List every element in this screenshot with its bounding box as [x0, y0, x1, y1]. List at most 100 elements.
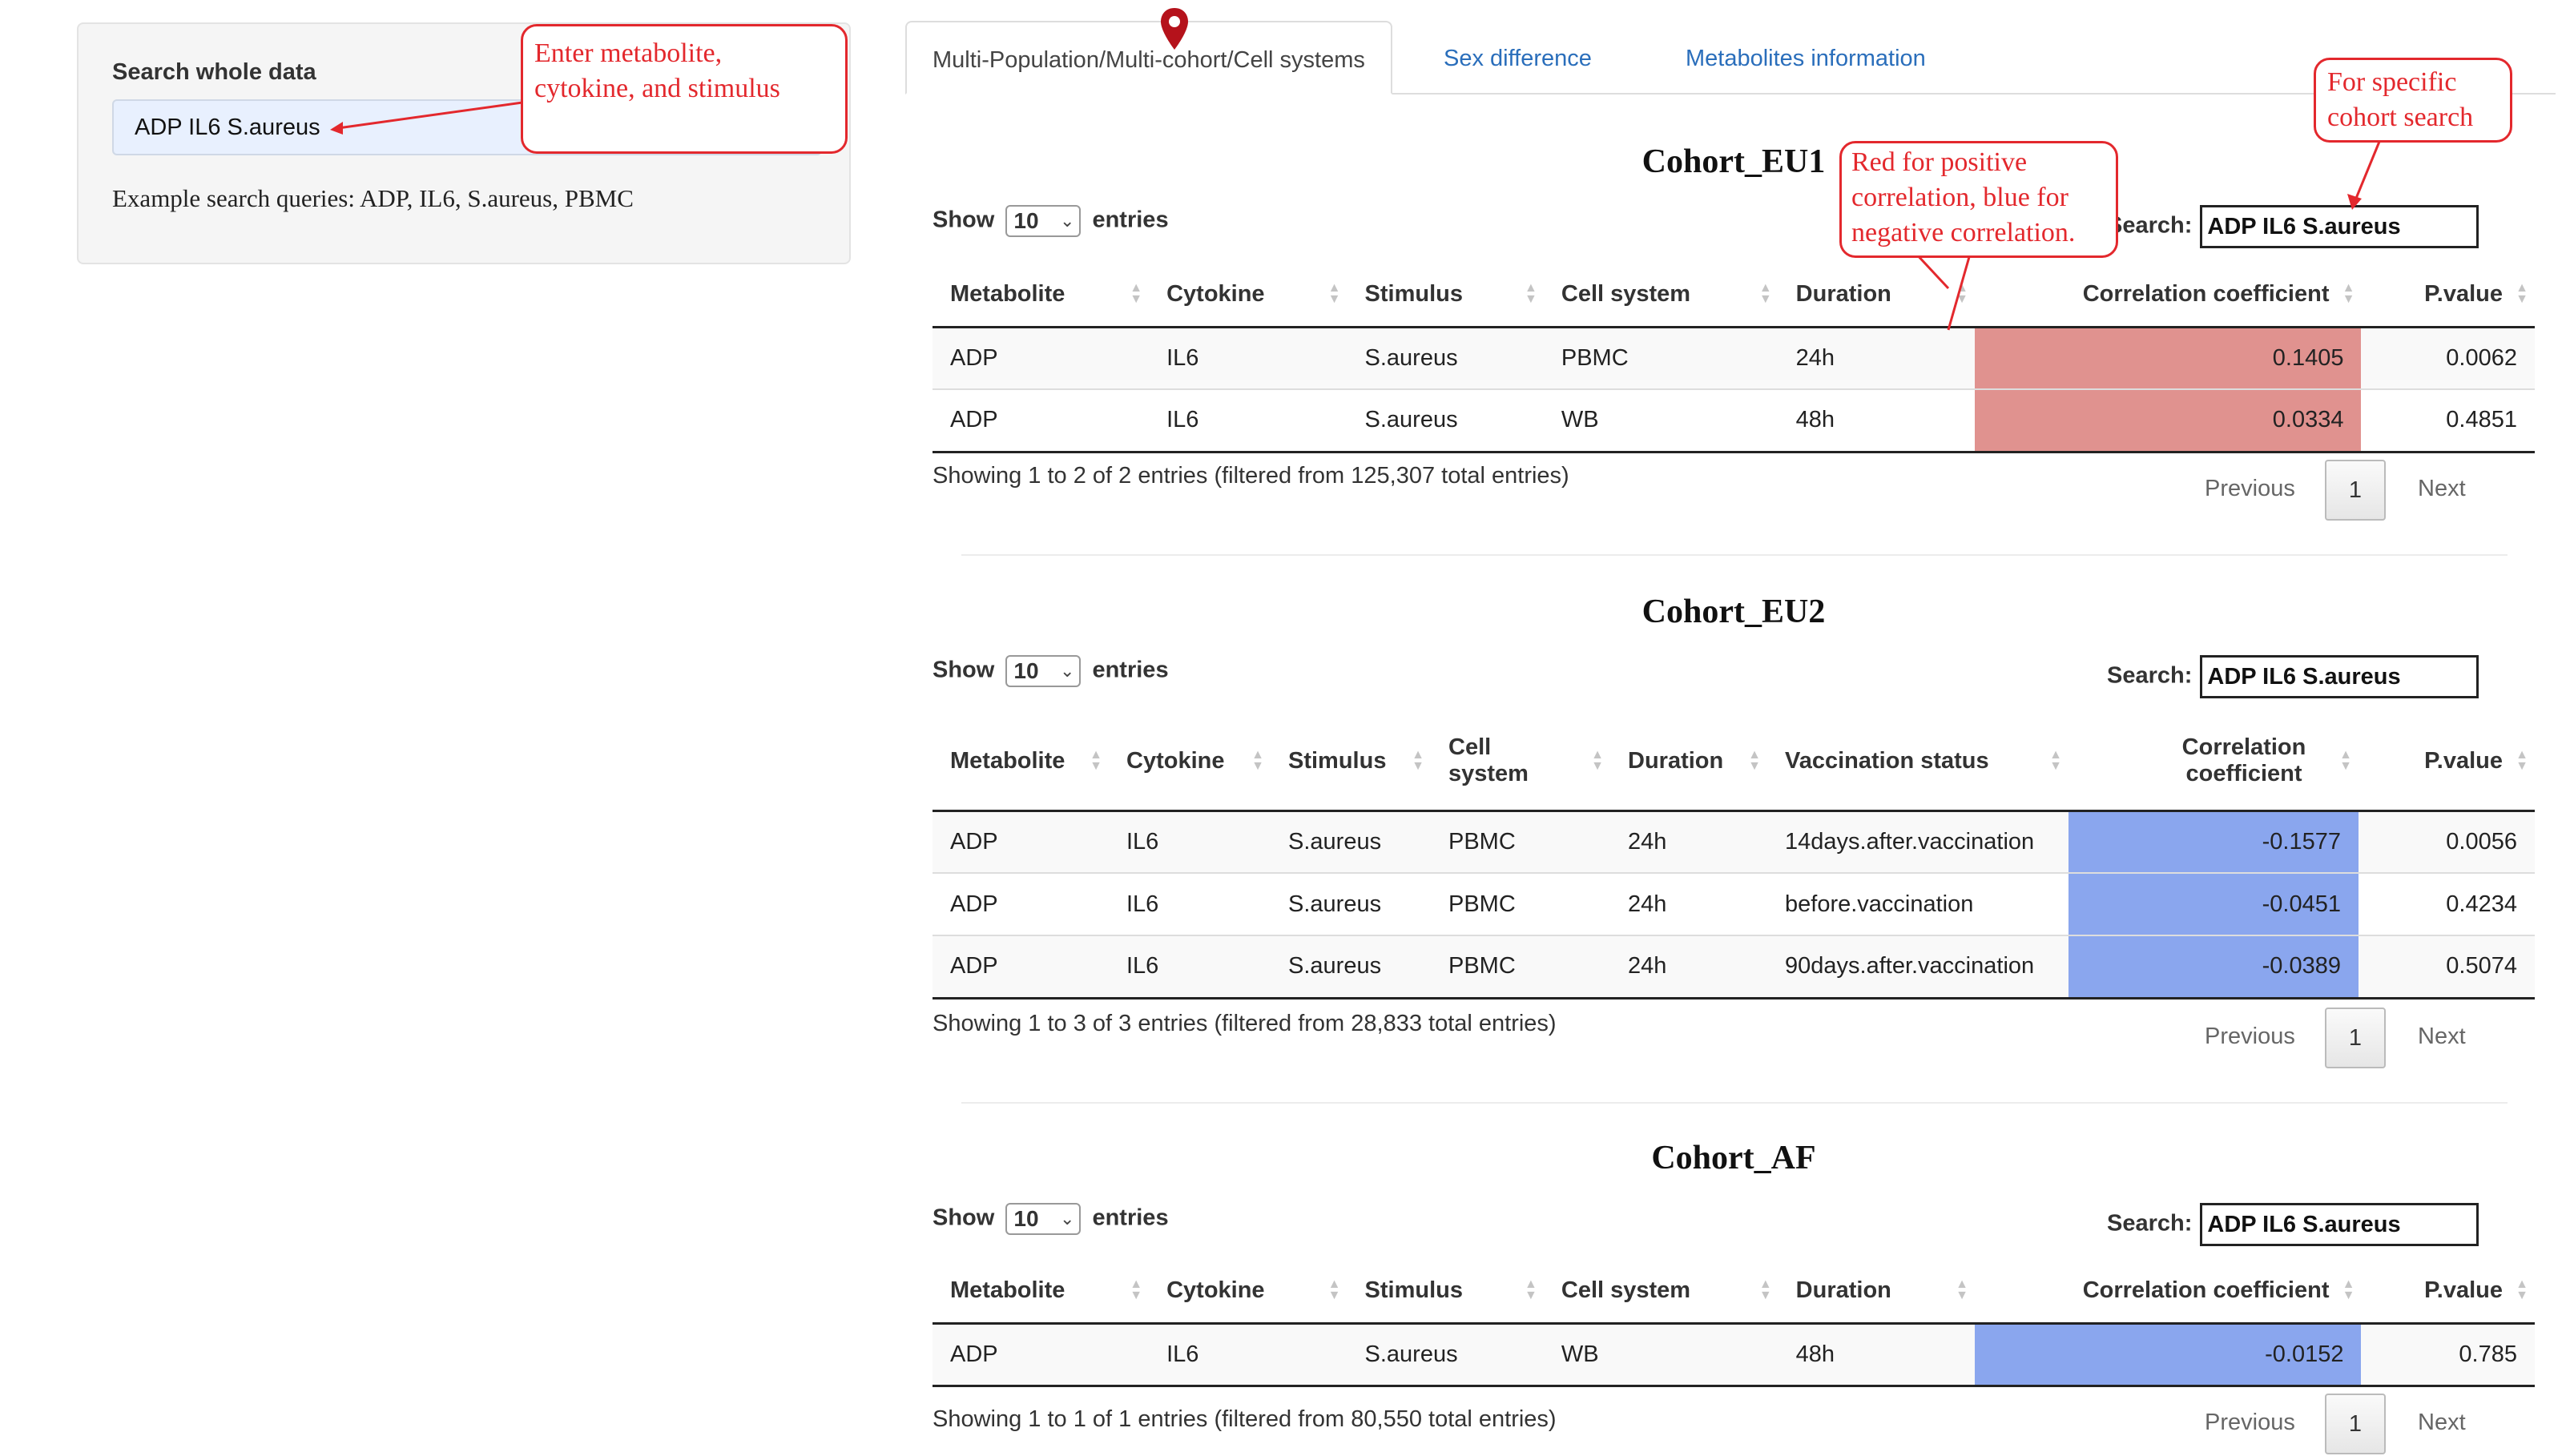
- column-header[interactable]: Duration ▲ ▼: [1610, 713, 1767, 812]
- annotation-cohort-note: For specific cohort search: [2314, 58, 2512, 143]
- cohort-search-input[interactable]: ADP IL6 S.aureus: [2200, 655, 2479, 698]
- column-header[interactable]: Duration ▲ ▼: [1778, 263, 1976, 328]
- tab-multi-population[interactable]: Multi-Population/Multi-cohort/Cell syste…: [905, 21, 1392, 95]
- column-header[interactable]: Cytokine ▲ ▼: [1149, 1259, 1347, 1325]
- sort-icon: ▲ ▼: [1525, 281, 1537, 307]
- column-header[interactable]: Metabolite ▲ ▼: [933, 1259, 1150, 1325]
- cohort-table-eu2: Metabolite ▲ ▼ Cytokine ▲ ▼ Stimulus ▲ ▼ Cell …: [933, 713, 2535, 999]
- column-header[interactable]: Vaccination status ▲ ▼: [1767, 713, 2068, 812]
- next-button[interactable]: Next: [2418, 1024, 2466, 1050]
- sort-icon: ▲ ▼: [1748, 748, 1761, 774]
- page-length-select[interactable]: 10 ⌄: [1005, 655, 1082, 687]
- sort-icon: ▲ ▼: [2339, 748, 2352, 774]
- sort-icon: ▲ ▼: [2342, 1277, 2355, 1303]
- cell-stimulus: S.aureus: [1347, 1323, 1544, 1386]
- cell-cell-system: PBMC: [1431, 872, 1610, 935]
- cohort-title-eu2: Cohort_EU2: [1641, 593, 1826, 630]
- sort-icon: ▲ ▼: [1525, 1277, 1537, 1303]
- column-header[interactable]: Cytokine ▲ ▼: [1109, 713, 1271, 812]
- cell-duration: 24h: [1610, 872, 1767, 935]
- page-length-select[interactable]: 10 ⌄: [1005, 205, 1082, 237]
- previous-button[interactable]: Previous: [2205, 1024, 2295, 1050]
- sort-icon: ▲ ▼: [2516, 1277, 2528, 1303]
- column-header[interactable]: Correlation coefficient ▲ ▼: [2068, 713, 2359, 812]
- table-row: ADP IL6 S.aureus PBMC 24h 0.1405 0.0062: [933, 327, 2535, 389]
- cell-cytokine: IL6: [1109, 872, 1271, 935]
- section-divider: [961, 1102, 2508, 1104]
- cell-duration: 24h: [1610, 935, 1767, 998]
- cohort-search-input[interactable]: ADP IL6 S.aureus: [2200, 205, 2479, 248]
- sort-icon: ▲ ▼: [1327, 1277, 1341, 1303]
- cell-pvalue: 0.4851: [2361, 388, 2535, 452]
- column-header[interactable]: Stimulus ▲ ▼: [1347, 1259, 1544, 1325]
- show-label: Show: [933, 1205, 995, 1231]
- entries-label: entries: [1092, 1205, 1169, 1231]
- cell-cell-system: WB: [1543, 388, 1778, 452]
- sort-icon: ▲ ▼: [1251, 748, 1264, 774]
- table-info-text: Showing 1 to 1 of 1 entries (filtered fr…: [933, 1406, 1557, 1432]
- cell-stimulus: S.aureus: [1271, 810, 1431, 873]
- sort-icon: ▲ ▼: [1591, 748, 1604, 774]
- cell-duration: 24h: [1778, 327, 1976, 389]
- column-header[interactable]: Cytokine ▲ ▼: [1149, 263, 1347, 328]
- column-header[interactable]: Cell system ▲ ▼: [1543, 1259, 1778, 1325]
- next-button[interactable]: Next: [2418, 476, 2466, 502]
- cell-pvalue: 0.0062: [2361, 327, 2535, 389]
- tab-sex-difference[interactable]: Sex difference: [1418, 21, 1617, 93]
- column-header[interactable]: Stimulus ▲ ▼: [1347, 263, 1544, 328]
- sort-icon: ▲ ▼: [1327, 281, 1341, 307]
- page-button[interactable]: 1: [2325, 1394, 2386, 1454]
- column-header[interactable]: Metabolite ▲ ▼: [933, 713, 1109, 812]
- cell-pvalue: 0.785: [2361, 1323, 2535, 1386]
- sort-icon: ▲ ▼: [1130, 281, 1143, 307]
- tab-metabolites-information[interactable]: Metabolites information: [1660, 21, 1952, 93]
- column-header[interactable]: Cell system ▲ ▼: [1543, 263, 1778, 328]
- table-row: ADP IL6 S.aureus PBMC 24h before.vaccina…: [933, 872, 2535, 935]
- column-header[interactable]: P.value ▲ ▼: [2361, 1259, 2535, 1325]
- cell-correlation: -0.1577: [2068, 810, 2359, 873]
- column-header[interactable]: P.value ▲ ▼: [2359, 713, 2535, 812]
- cell-cytokine: IL6: [1109, 810, 1271, 873]
- next-button[interactable]: Next: [2418, 1410, 2466, 1436]
- column-header[interactable]: Correlation coefficient ▲ ▼: [1975, 1259, 2362, 1325]
- annotation-sidebar-note: Enter metabolite, cytokine, and stimulus: [521, 24, 848, 154]
- cell-metabolite: ADP: [933, 935, 1109, 998]
- search-label: Search:: [2107, 1210, 2193, 1237]
- column-header[interactable]: Cell system ▲ ▼: [1431, 713, 1610, 812]
- cell-cell-system: PBMC: [1431, 935, 1610, 998]
- sort-icon: ▲ ▼: [1412, 748, 1424, 774]
- sort-icon: ▲ ▼: [2342, 281, 2355, 307]
- cohort-table-af: Metabolite ▲ ▼ Cytokine ▲ ▼ Stimulus ▲ ▼ Cell …: [933, 1259, 2535, 1387]
- cohort-search-control: Search: ADP IL6 S.aureus: [2107, 1203, 2479, 1246]
- column-header[interactable]: Metabolite ▲ ▼: [933, 263, 1150, 328]
- table-row: ADP IL6 S.aureus WB 48h 0.0334 0.4851: [933, 388, 2535, 452]
- pagination: Previous 1 Next: [2195, 1394, 2535, 1454]
- page-length-select[interactable]: 10 ⌄: [1005, 1203, 1082, 1235]
- previous-button[interactable]: Previous: [2205, 1410, 2295, 1436]
- table-info-text: Showing 1 to 2 of 2 entries (filtered fr…: [933, 463, 1569, 489]
- table-row: ADP IL6 S.aureus WB 48h -0.0152 0.785: [933, 1323, 2535, 1386]
- column-header[interactable]: Stimulus ▲ ▼: [1271, 713, 1431, 812]
- cohort-title-af: Cohort_AF: [1651, 1140, 1816, 1176]
- page-length-control: Show 10 ⌄ entries: [933, 1203, 1169, 1235]
- column-header[interactable]: P.value ▲ ▼: [2361, 263, 2535, 328]
- column-header[interactable]: Correlation coefficient ▲ ▼: [1975, 263, 2362, 328]
- cell-stimulus: S.aureus: [1271, 872, 1431, 935]
- section-divider: [961, 554, 2508, 556]
- show-label: Show: [933, 207, 995, 233]
- sort-icon: ▲ ▼: [1090, 748, 1102, 774]
- cohort-search-control: Search: ADP IL6 S.aureus: [2107, 655, 2479, 698]
- page-button[interactable]: 1: [2325, 460, 2386, 521]
- page-button[interactable]: 1: [2325, 1008, 2386, 1068]
- column-header[interactable]: Duration ▲ ▼: [1778, 1259, 1976, 1325]
- cohort-title-eu1: Cohort_EU1: [1641, 143, 1826, 180]
- cell-stimulus: S.aureus: [1347, 388, 1544, 452]
- cell-duration: 48h: [1778, 388, 1976, 452]
- cohort-search-input[interactable]: ADP IL6 S.aureus: [2200, 1203, 2479, 1246]
- previous-button[interactable]: Previous: [2205, 476, 2295, 502]
- cell-correlation: -0.0451: [2068, 872, 2359, 935]
- table-row: ADP IL6 S.aureus PBMC 24h 14days.after.v…: [933, 810, 2535, 873]
- cell-metabolite: ADP: [933, 388, 1150, 452]
- table-info-text: Showing 1 to 3 of 3 entries (filtered fr…: [933, 1011, 1557, 1036]
- cell-metabolite: ADP: [933, 327, 1150, 389]
